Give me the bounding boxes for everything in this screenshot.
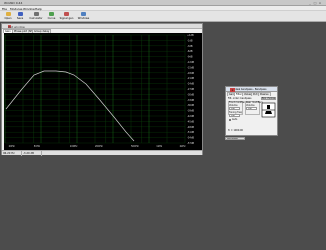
save-button[interactable]: Save (15, 12, 25, 21)
y-axis-ticks: +1dB -1dB -3dB -6dB -9dB -12dB -15dB -18dB -21dB… (187, 34, 194, 145)
rear-volume-input[interactable] (246, 107, 257, 110)
calculator-button[interactable]: Calculator (28, 12, 44, 21)
app-window: WinISD 0.44 _ □ × File Modules Window He… (0, 0, 326, 250)
toolbar: Open Save Calculator Curve Signal gen Wi… (0, 11, 326, 22)
y-tick-label: -42dB (187, 115, 194, 118)
filter-type-label: Filt. order: bandpass (228, 97, 252, 100)
y-tick-label: -57dB (187, 142, 194, 145)
status-frequency: 96.20 Hz (2, 151, 22, 156)
y-tick-label: -45dB (187, 120, 194, 123)
minimize-button[interactable]: _ (308, 1, 312, 5)
y-tick-label: -12dB (187, 61, 194, 64)
y-tick-label: -48dB (187, 126, 194, 129)
gain-curve (5, 70, 135, 142)
y-tick-label: -15dB (187, 66, 194, 69)
x-tick-label: 20Hz (9, 145, 16, 148)
bandpass-box-diagram (261, 102, 276, 118)
open-button[interactable]: Open (3, 12, 13, 21)
open-folder-icon (5, 12, 11, 16)
y-tick-label: -36dB (187, 104, 194, 107)
signal-gen-button[interactable]: Signal gen (59, 12, 74, 21)
y-tick-label: -21dB (187, 77, 194, 80)
y-tick-label: -3dB (187, 45, 193, 48)
y-tick-label: -30dB (187, 93, 194, 96)
auto-checkbox[interactable] (229, 119, 231, 121)
y-tick-label: -54dB (187, 137, 194, 140)
dialog-title: F2, ideal bandpass - Bandpass (230, 88, 267, 91)
plot-window: Plot window Gain Phase plot (SPL) Group … (1, 23, 203, 156)
auto-checkbox-label: Auto (232, 118, 238, 121)
gain-plot[interactable]: +1dB -1dB -3dB -6dB -9dB -12dB -15dB -18dB -21dB… (4, 33, 202, 150)
x-tick-label: 100Hz (70, 145, 78, 148)
x-tick-label: 500Hz (131, 145, 139, 148)
y-tick-label: -27dB (187, 88, 194, 91)
x-tick-label: 2kHz (180, 145, 187, 148)
y-tick-label: -51dB (187, 131, 194, 134)
y-tick-label: -1dB (187, 39, 193, 42)
y-tick-label: -9dB (187, 56, 193, 59)
tuning-freq-input[interactable] (229, 114, 240, 117)
app-title: WinISD 0.44 (4, 1, 23, 5)
front-volume-input[interactable] (229, 107, 240, 110)
y-tick-label: -24dB (187, 83, 194, 86)
minimized-window-bandpass[interactable]: Bandpass (225, 137, 245, 140)
x-axis-ticks: 20Hz 50Hz 100Hz 200Hz 500Hz 1kHz 2kHz (9, 145, 187, 148)
status-gain: -3.20 dB (22, 151, 42, 156)
plot-grid (4, 34, 186, 144)
curve-button[interactable]: Curve (46, 12, 57, 21)
x-tick-label: 50Hz (34, 145, 41, 148)
y-tick-label: -39dB (187, 110, 194, 113)
y-tick-label: -6dB (187, 50, 193, 53)
plot-status-bar: 96.20 Hz -3.20 dB (2, 150, 202, 156)
x-tick-label: 200Hz (95, 145, 103, 148)
calculator-icon (33, 12, 39, 16)
box-choices-button[interactable]: Box choices (261, 97, 276, 100)
maximize-button[interactable]: □ (313, 1, 317, 5)
close-button[interactable]: × (318, 1, 322, 5)
y-tick-label: -33dB (187, 99, 194, 102)
x-tick-label: 1kHz (156, 145, 163, 148)
filter-center-readout: fc = 1000.00 (228, 129, 243, 132)
y-tick-label: -18dB (187, 72, 194, 75)
signal-gen-icon (64, 12, 69, 16)
curve-icon (49, 12, 54, 16)
plot-area[interactable]: +1dB -1dB -3dB -6dB -9dB -12dB -15dB -18dB -21dB… (4, 33, 202, 150)
bandpass-dialog: F2, ideal bandpass - Bandpass × Gain Fil… (225, 86, 278, 136)
windows-icon (81, 12, 86, 16)
save-icon (17, 12, 23, 16)
windows-button[interactable]: Windows (76, 12, 91, 21)
y-tick-label: +1dB (187, 34, 194, 37)
dialog-tab-passive[interactable]: Passive (258, 92, 271, 96)
